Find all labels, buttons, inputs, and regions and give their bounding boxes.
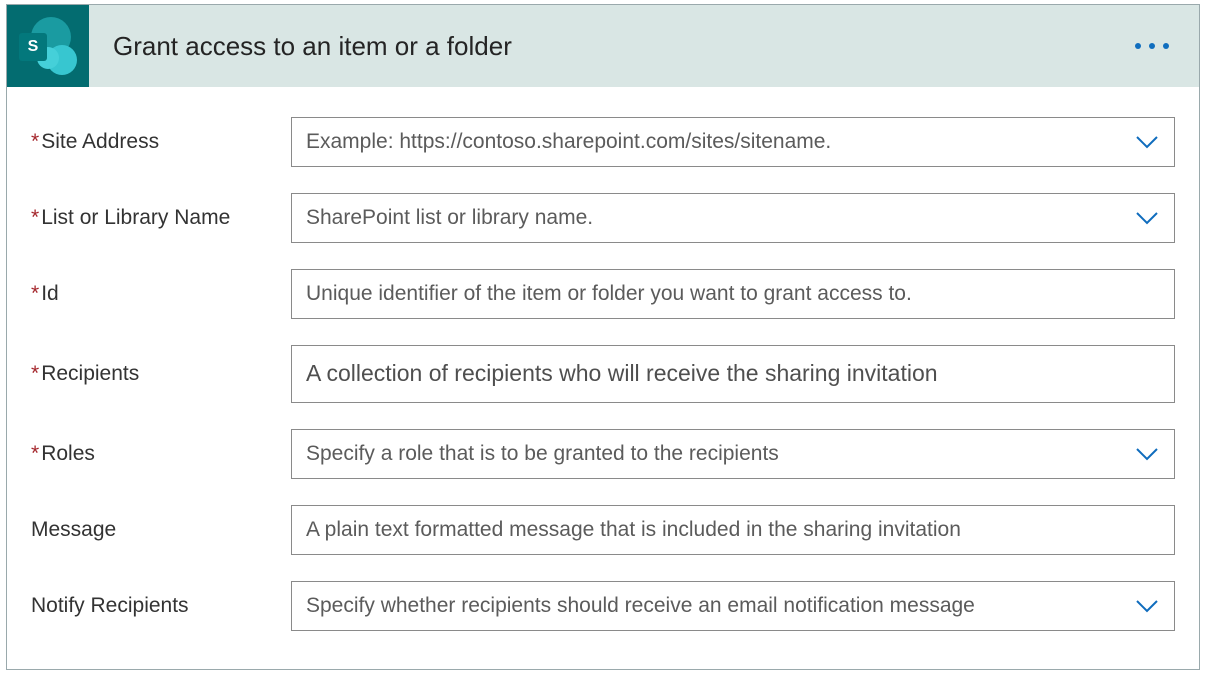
input-id[interactable]: Unique identifier of the item or folder … [291, 269, 1175, 319]
placeholder-recipients: A collection of recipients who will rece… [292, 360, 1174, 388]
label-message: Message [31, 518, 291, 542]
action-card: S Grant access to an item or a folder *S… [6, 4, 1200, 670]
label-roles: *Roles [31, 442, 291, 466]
input-roles[interactable]: Specify a role that is to be granted to … [291, 429, 1175, 479]
input-site-address[interactable]: Example: https://contoso.sharepoint.com/… [291, 117, 1175, 167]
sharepoint-icon: S [7, 5, 89, 87]
sharepoint-icon-letter: S [19, 33, 47, 61]
placeholder-id: Unique identifier of the item or folder … [292, 281, 1174, 306]
chevron-down-icon[interactable] [1120, 582, 1174, 630]
chevron-down-icon[interactable] [1120, 118, 1174, 166]
row-site-address: *Site Address Example: https://contoso.s… [31, 117, 1175, 167]
row-roles: *Roles Specify a role that is to be gran… [31, 429, 1175, 479]
chevron-down-icon[interactable] [1120, 430, 1174, 478]
label-recipients: *Recipients [31, 362, 291, 386]
row-message: Message A plain text formatted message t… [31, 505, 1175, 555]
label-notify: Notify Recipients [31, 594, 291, 618]
placeholder-site-address: Example: https://contoso.sharepoint.com/… [292, 129, 1120, 154]
row-list-or-library: *List or Library Name SharePoint list or… [31, 193, 1175, 243]
row-notify: Notify Recipients Specify whether recipi… [31, 581, 1175, 631]
input-recipients[interactable]: A collection of recipients who will rece… [291, 345, 1175, 403]
label-site-address: *Site Address [31, 130, 291, 154]
label-list-or-library: *List or Library Name [31, 206, 291, 230]
placeholder-roles: Specify a role that is to be granted to … [292, 441, 1120, 466]
card-title: Grant access to an item or a folder [113, 31, 512, 62]
placeholder-message: A plain text formatted message that is i… [292, 517, 1174, 542]
label-id: *Id [31, 282, 291, 306]
placeholder-notify: Specify whether recipients should receiv… [292, 593, 1120, 618]
card-body: *Site Address Example: https://contoso.s… [7, 87, 1199, 669]
input-notify[interactable]: Specify whether recipients should receiv… [291, 581, 1175, 631]
chevron-down-icon[interactable] [1120, 194, 1174, 242]
card-header: S Grant access to an item or a folder [7, 5, 1199, 87]
row-recipients: *Recipients A collection of recipients w… [31, 345, 1175, 403]
row-id: *Id Unique identifier of the item or fol… [31, 269, 1175, 319]
input-list-or-library[interactable]: SharePoint list or library name. [291, 193, 1175, 243]
placeholder-list-or-library: SharePoint list or library name. [292, 205, 1120, 230]
input-message[interactable]: A plain text formatted message that is i… [291, 505, 1175, 555]
card-menu-button[interactable] [1135, 43, 1169, 49]
